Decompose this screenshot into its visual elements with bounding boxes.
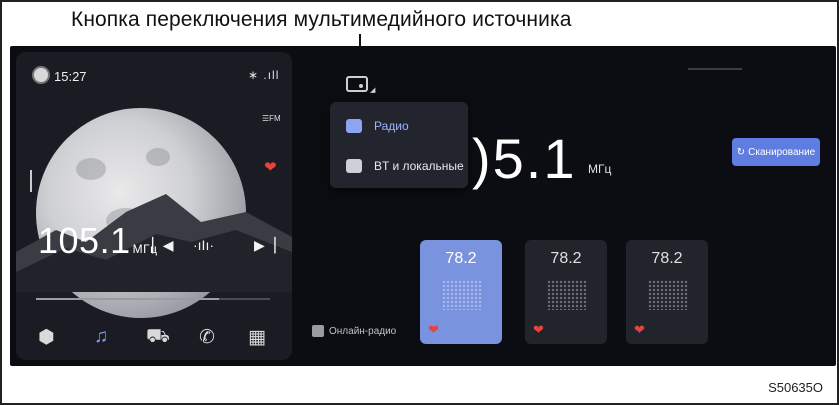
apps-icon[interactable]: ▦ <box>248 326 266 349</box>
phone-icon[interactable]: ✆ <box>199 326 215 349</box>
figure-frame: Кнопка переключения мультимедийного исто… <box>0 0 839 405</box>
scan-label: Сканирование <box>748 146 816 158</box>
figure-code: S50635O <box>768 380 823 395</box>
equalizer-icon[interactable]: ·ıIı· <box>193 237 214 253</box>
favorite-heart-icon[interactable]: ❤ <box>533 322 544 338</box>
top-handle <box>688 68 742 70</box>
scan-button[interactable]: ↻ Сканирование <box>732 138 820 166</box>
bluetooth-icon <box>346 159 362 173</box>
dropdown-caret-icon: ◢ <box>370 87 376 94</box>
next-icon[interactable]: ▶▕ <box>254 237 276 254</box>
preset-card[interactable]: 78.2 ❤ <box>525 240 607 344</box>
favorite-heart-icon[interactable]: ❤ <box>264 158 277 176</box>
scan-icon: ↻ <box>736 146 746 158</box>
progress-fill <box>36 298 219 300</box>
avatar[interactable] <box>32 66 50 84</box>
radio-icon <box>346 119 362 133</box>
preset-value: 78.2 <box>651 250 683 267</box>
source-switch-button[interactable] <box>346 76 368 92</box>
source-item-radio[interactable]: Радио <box>330 106 468 146</box>
fm-label: FM <box>269 114 281 123</box>
main-frequency-unit: МГц <box>588 162 612 176</box>
source-item-label: BT и локальные <box>374 159 464 173</box>
favorite-heart-icon[interactable]: ❤ <box>428 322 439 338</box>
preset-card[interactable]: 78.2 ❤ <box>420 240 502 344</box>
media-widget: 15:27 ∗ .ıll ☰FM ❤ 105.1 МГц ▏◀ ·ıIı· ▶▕ … <box>16 52 292 360</box>
fm-band-icon[interactable]: ☰FM <box>262 115 281 123</box>
progress-bar[interactable] <box>36 298 270 300</box>
car-icon[interactable]: ⛟ <box>146 326 170 350</box>
cube-icon[interactable]: ⬢ <box>38 326 55 349</box>
preset-value: 78.2 <box>445 250 477 267</box>
preset-dots <box>648 280 688 310</box>
bluetooth-signal-icon: ∗ .ıll <box>248 68 280 82</box>
online-radio-icon <box>312 325 324 337</box>
music-icon[interactable]: ♫ <box>94 326 108 348</box>
side-indicator <box>30 170 32 192</box>
main-frequency: )5.1 <box>472 127 577 190</box>
preset-value: 78.2 <box>550 250 582 267</box>
preset-dots <box>442 280 482 310</box>
source-item-label: Радио <box>374 119 409 133</box>
favorite-heart-icon[interactable]: ❤ <box>634 322 645 338</box>
source-item-bt-local[interactable]: BT и локальные <box>330 146 468 186</box>
clock-time: 15:27 <box>54 69 87 84</box>
online-radio-label: Онлайн-радио <box>329 325 397 337</box>
online-radio-button[interactable]: Онлайн-радио <box>312 325 396 337</box>
preset-card[interactable]: 78.2 ❤ <box>626 240 708 344</box>
preset-dots <box>547 280 587 310</box>
widget-frequency: 105.1 МГц <box>38 220 157 262</box>
source-dropdown: Радио BT и локальные <box>330 102 468 188</box>
widget-frequency-value: 105.1 <box>38 220 131 261</box>
previous-icon[interactable]: ▏◀ <box>152 237 174 254</box>
callout-title: Кнопка переключения мультимедийного исто… <box>71 8 572 31</box>
infotainment-screen: 15:27 ∗ .ıll ☰FM ❤ 105.1 МГц ▏◀ ·ıIı· ▶▕ … <box>10 46 836 366</box>
